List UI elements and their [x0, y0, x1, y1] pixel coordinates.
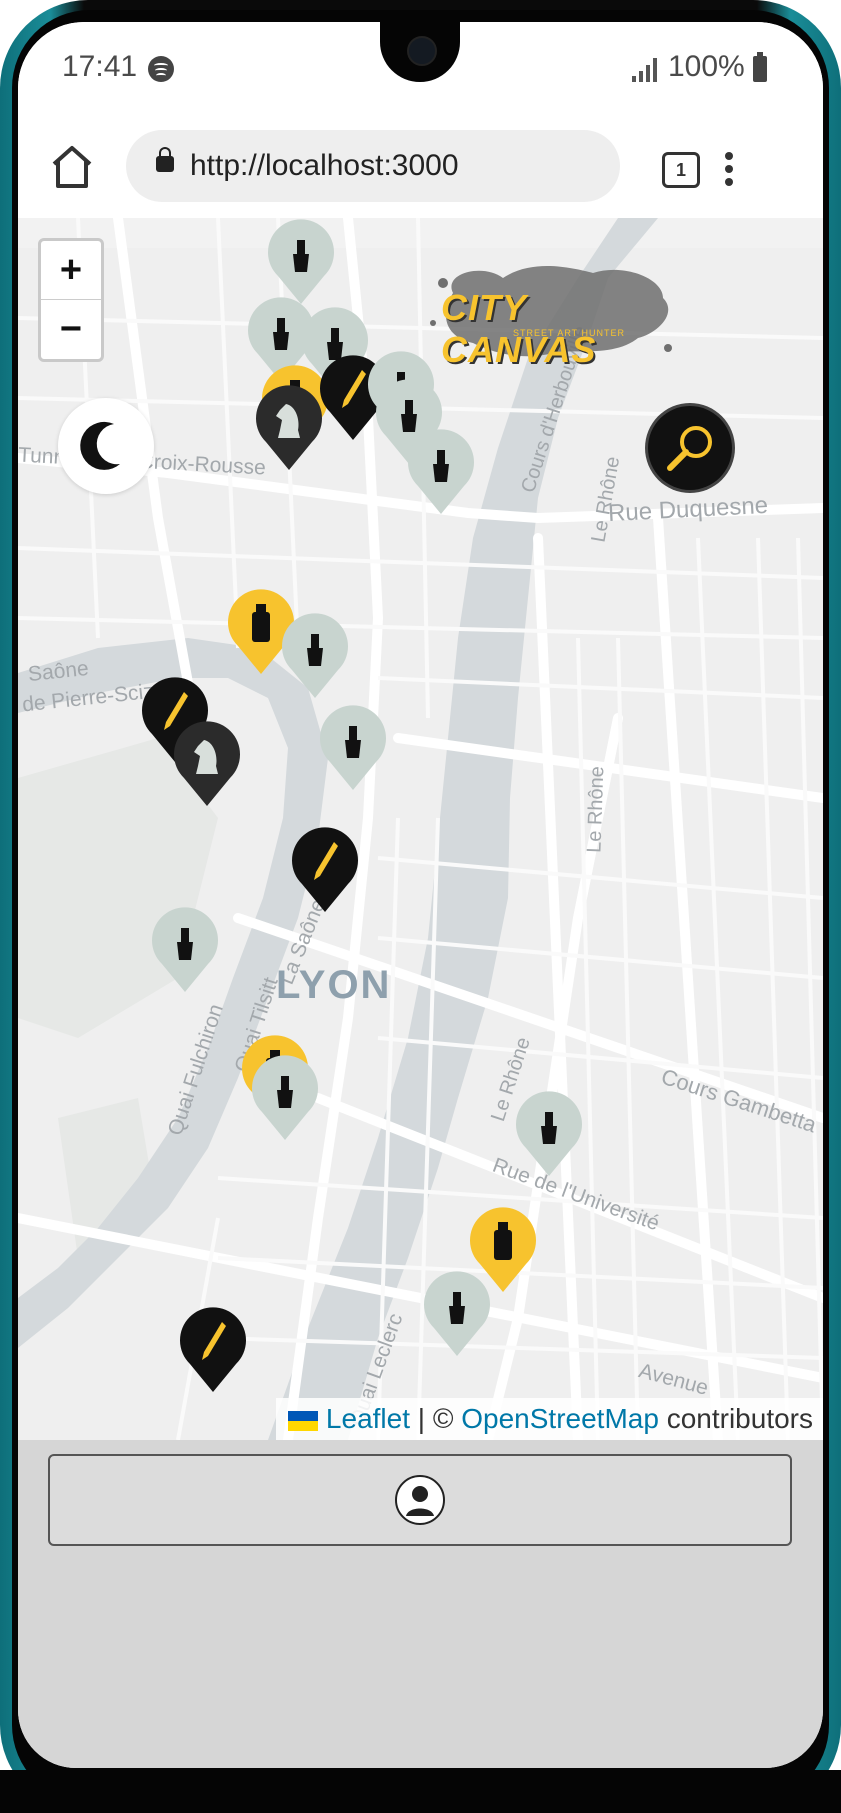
user-profile-icon: [395, 1475, 445, 1525]
knight-icon: [256, 385, 322, 470]
pen-icon: [292, 827, 358, 912]
phone-screen: 17:41 100% http://localhost:3000 1 Tunne…: [18, 22, 823, 1768]
brush-icon: [152, 907, 218, 992]
signal-icon: [632, 58, 660, 82]
map-marker-brush[interactable]: [514, 1090, 584, 1178]
map-marker-knight[interactable]: [254, 384, 324, 472]
tab-switcher-button[interactable]: 1: [662, 152, 700, 188]
dark-mode-toggle[interactable]: [58, 398, 154, 494]
address-bar[interactable]: http://localhost:3000: [126, 130, 620, 202]
map-attribution: Leaflet | © OpenStreetMap contributors: [275, 1398, 823, 1440]
battery-percent: 100%: [668, 50, 745, 83]
attribution-contributors: contributors: [666, 1403, 813, 1434]
phone-chin: [0, 1770, 841, 1813]
home-icon: [52, 146, 92, 188]
map-view[interactable]: Tunnel de la Croix-Rousse Rue Duquesne C…: [18, 218, 823, 1440]
home-button[interactable]: [48, 142, 96, 192]
map-marker-brush[interactable]: [266, 218, 336, 306]
ukraine-flag-icon: [287, 1410, 318, 1431]
leaflet-link[interactable]: Leaflet: [326, 1403, 410, 1434]
browser-toolbar: http://localhost:3000 1: [18, 122, 823, 218]
brush-icon: [268, 219, 334, 304]
map-marker-pen[interactable]: [178, 1306, 248, 1394]
brush-icon: [282, 613, 348, 698]
status-time: 17:41: [62, 50, 138, 83]
bottom-bar: [18, 1440, 823, 1768]
knight-icon: [174, 721, 240, 806]
search-button[interactable]: [648, 406, 732, 490]
zoom-out-button[interactable]: −: [41, 300, 101, 358]
logo-subtitle: STREET ART HUNTER: [513, 328, 626, 338]
more-vertical-icon[interactable]: [723, 150, 735, 190]
attribution-separator: | ©: [417, 1403, 454, 1434]
brush-icon: [252, 1055, 318, 1140]
camera-notch: [380, 22, 460, 82]
street-label: Le Rhône: [583, 765, 609, 854]
city-label: LYON: [276, 963, 392, 1007]
battery-icon: [753, 52, 767, 82]
brush-icon: [320, 705, 386, 790]
osm-link[interactable]: OpenStreetMap: [461, 1403, 659, 1434]
profile-button[interactable]: [48, 1454, 792, 1546]
brush-icon: [516, 1091, 582, 1176]
pen-icon: [180, 1307, 246, 1392]
brush-icon: [408, 429, 474, 514]
map-marker-brush[interactable]: [280, 612, 350, 700]
zoom-control: + −: [38, 238, 104, 362]
map-marker-brush[interactable]: [250, 1054, 320, 1142]
map-marker-brush[interactable]: [422, 1270, 492, 1358]
map-marker-brush[interactable]: [150, 906, 220, 994]
lock-icon: [156, 147, 174, 172]
magnifier-icon: [667, 426, 712, 471]
brush-icon: [424, 1271, 490, 1356]
spotify-icon: [148, 56, 174, 82]
map-marker-brush[interactable]: [318, 704, 388, 792]
moon-icon: [80, 421, 120, 470]
city-canvas-logo: CITY CANVAS STREET ART HUNTER: [423, 253, 683, 370]
front-camera-icon: [407, 36, 437, 66]
map-marker-brush[interactable]: [406, 428, 476, 516]
map-marker-pen[interactable]: [290, 826, 360, 914]
url-text[interactable]: http://localhost:3000: [190, 149, 459, 183]
status-bar: 17:41 100%: [18, 22, 823, 122]
map-marker-knight[interactable]: [172, 720, 242, 808]
zoom-in-button[interactable]: +: [41, 241, 101, 300]
